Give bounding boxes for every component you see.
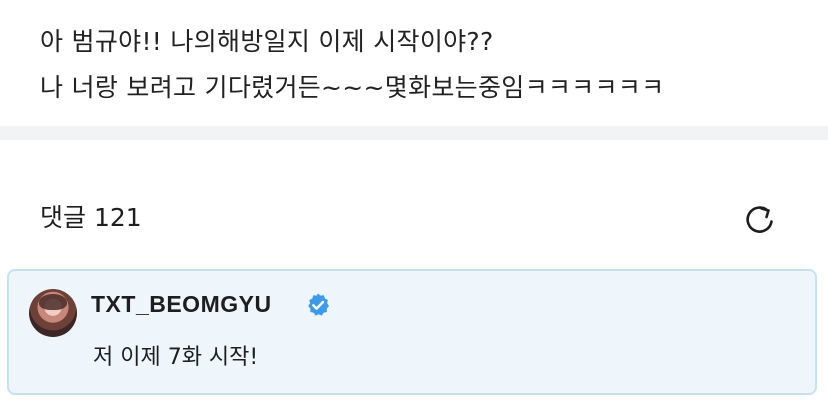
comments-header: 댓글 121 <box>0 140 828 268</box>
post-body: 아 범규야!! 나의해방일지 이제 시작이야?? 나 너랑 보려고 기다렸거든~… <box>0 0 828 126</box>
section-divider <box>0 126 828 140</box>
verified-badge-icon <box>308 293 329 316</box>
pinned-comment-card[interactable]: TXT_BEOMGYU 저 이제 7화 시작! <box>7 269 817 395</box>
post-text-line-1: 아 범규야!! 나의해방일지 이제 시작이야?? <box>40 27 494 56</box>
comment-username[interactable]: TXT_BEOMGYU <box>91 289 272 319</box>
post-text-line-2: 나 너랑 보려고 기다렸거든~~~몇화보는중임ㅋㅋㅋㅋㅋㅋ <box>40 73 665 102</box>
comment-text: 저 이제 7화 시작! <box>93 345 259 370</box>
refresh-icon <box>746 206 773 233</box>
user-avatar[interactable] <box>29 289 77 337</box>
refresh-button[interactable] <box>740 200 780 240</box>
comments-count-title: 댓글 121 <box>40 203 142 232</box>
